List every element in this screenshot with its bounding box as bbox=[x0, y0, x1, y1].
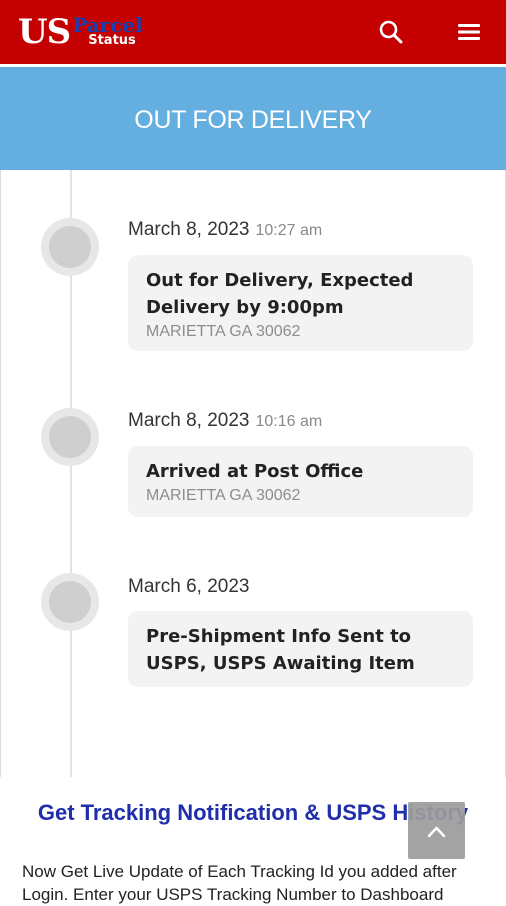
hamburger-menu-icon[interactable] bbox=[455, 18, 483, 46]
logo-status-text: Status bbox=[88, 33, 136, 48]
logo-us-text: US bbox=[18, 12, 71, 52]
status-banner: OUT FOR DELIVERY bbox=[0, 67, 506, 170]
timeline-dot bbox=[41, 218, 99, 276]
event-title: Out for Delivery, Expected Delivery by 9… bbox=[146, 270, 414, 318]
event-time: 10:16 am bbox=[255, 413, 323, 430]
event-card: Out for Delivery, Expected Delivery by 9… bbox=[128, 255, 473, 351]
timeline-dot bbox=[41, 408, 99, 466]
chevron-up-icon bbox=[427, 826, 446, 838]
timeline-dot-inner bbox=[49, 416, 91, 458]
search-icon[interactable] bbox=[377, 18, 405, 46]
event-time: 10:27 am bbox=[255, 222, 323, 239]
event-location: MARIETTA GA 30062 bbox=[146, 323, 301, 340]
event-card: Pre-Shipment Info Sent to USPS, USPS Awa… bbox=[128, 611, 473, 687]
timeline-dot bbox=[41, 573, 99, 631]
promo-text: Now Get Live Update of Each Tracking Id … bbox=[22, 862, 457, 904]
tracking-timeline: March 8, 2023 10:27 am Out for Delivery, … bbox=[0, 170, 506, 777]
app-header: US Parcel Status bbox=[0, 0, 506, 64]
scroll-to-top-button[interactable] bbox=[408, 802, 465, 859]
event-date: March 6, 2023 bbox=[128, 576, 249, 598]
logo-word: Parcel Status bbox=[72, 14, 160, 50]
event-title: Pre-Shipment Info Sent to USPS, USPS Awa… bbox=[146, 626, 415, 674]
site-logo[interactable]: US Parcel Status bbox=[18, 14, 160, 50]
event-date-text: March 8, 2023 bbox=[128, 219, 250, 240]
event-title: Arrived at Post Office bbox=[146, 461, 364, 482]
timeline-dot-inner bbox=[49, 581, 91, 623]
event-date: March 8, 2023 10:16 am bbox=[128, 410, 322, 433]
event-date-text: March 6, 2023 bbox=[128, 576, 250, 597]
timeline-dot-inner bbox=[49, 226, 91, 268]
event-date-text: March 8, 2023 bbox=[128, 410, 250, 431]
event-card: Arrived at Post Office MARIETTA GA 30062 bbox=[128, 446, 473, 517]
event-date: March 8, 2023 10:27 am bbox=[128, 219, 322, 242]
event-location: MARIETTA GA 30062 bbox=[146, 487, 301, 504]
status-title: OUT FOR DELIVERY bbox=[134, 106, 372, 134]
